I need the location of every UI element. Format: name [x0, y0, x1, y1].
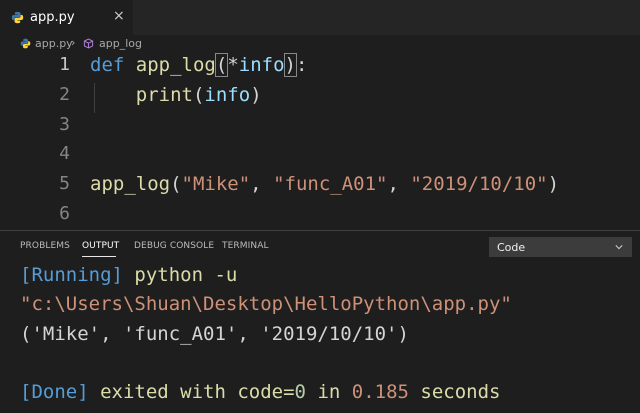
program-output: ('Mike', 'func_A01', '2019/10/10'): [20, 323, 409, 345]
tab-label: app.py: [30, 10, 75, 25]
code-line: 5 app_log("Mike", "func_A01", "2019/10/1…: [0, 173, 640, 203]
line-number: 2: [59, 84, 70, 105]
line-number: 3: [59, 114, 70, 135]
script-path: "c:\Users\Shuan\Desktop\HelloPython\app.…: [20, 293, 512, 315]
star-operator: *: [227, 54, 239, 76]
running-tag: [Running]: [20, 264, 123, 286]
code-line: 3: [0, 114, 640, 144]
python-icon: [11, 11, 24, 24]
line-number: 4: [59, 143, 70, 164]
output-line: "c:\Users\Shuan\Desktop\HelloPython\app.…: [20, 293, 512, 321]
parameter: info: [238, 54, 285, 76]
elapsed-time: 0.185: [351, 381, 409, 403]
code-editor[interactable]: 1 def app_log(*info): 2 print(info) 3 4 …: [0, 53, 640, 230]
close-paren: ): [250, 84, 262, 106]
seconds-text: seconds: [408, 381, 501, 403]
active-tab-indicator: [82, 256, 116, 257]
open-paren: (: [170, 173, 182, 195]
tab-app-py[interactable]: app.py ×: [0, 0, 134, 35]
python-icon: [20, 38, 31, 49]
string-literal: "func_A01": [273, 173, 388, 195]
output-line: ('Mike', 'func_A01', '2019/10/10'): [20, 323, 409, 351]
comma: ,: [387, 173, 411, 195]
colon: :: [295, 54, 308, 76]
function-name: app_log: [90, 173, 171, 195]
output-line: [Running] python -u: [20, 264, 237, 292]
code-line: 2 print(info): [0, 84, 640, 114]
tab-problems[interactable]: PROBLEMS: [20, 241, 70, 251]
tab-terminal[interactable]: TERMINAL: [222, 241, 269, 251]
code-line: 6: [0, 203, 640, 233]
done-tag: [Done]: [20, 381, 89, 403]
run-command: python -u: [122, 264, 238, 286]
in-text: in: [306, 381, 352, 403]
close-icon[interactable]: ×: [113, 8, 125, 24]
close-paren: ): [283, 53, 298, 77]
open-paren: (: [192, 84, 205, 106]
line-number: 5: [59, 173, 70, 194]
tab-bar: app.py ×: [0, 0, 640, 35]
exit-text: exited with code=: [88, 381, 295, 403]
dropdown-value: Code: [497, 241, 526, 254]
output-line: [Done] exited with code=0 in 0.185 secon…: [20, 381, 500, 409]
code-text: def app_log(*info):: [90, 53, 308, 77]
open-paren: (: [214, 53, 229, 77]
breadcrumb: app.py › app_log: [0, 35, 640, 53]
code-text: print(info): [90, 84, 262, 106]
panel-header: PROBLEMS OUTPUT DEBUG CONSOLE TERMINAL C…: [0, 231, 640, 261]
argument: info: [204, 84, 251, 106]
breadcrumb-separator: ›: [71, 36, 76, 49]
close-paren: ): [547, 173, 560, 195]
exit-code: 0: [294, 381, 306, 403]
keyword: def: [90, 54, 125, 76]
tab-output[interactable]: OUTPUT: [82, 241, 119, 251]
string-literal: "2019/10/10": [410, 173, 548, 195]
string-literal: "Mike": [181, 173, 251, 195]
code-line: 1 def app_log(*info):: [0, 53, 640, 84]
function-name: print: [135, 84, 193, 106]
breadcrumb-file[interactable]: app.py: [35, 37, 73, 50]
function-name: app_log: [135, 54, 216, 76]
comma: ,: [250, 173, 274, 195]
output-channel-select[interactable]: Code: [489, 237, 632, 257]
line-number: 6: [59, 203, 70, 224]
code-line: 4: [0, 143, 640, 173]
breadcrumb-symbol[interactable]: app_log: [99, 37, 142, 50]
code-text: app_log("Mike", "func_A01", "2019/10/10"…: [90, 173, 559, 195]
cube-icon: [83, 38, 94, 49]
line-number: 1: [59, 54, 70, 75]
tab-debug-console[interactable]: DEBUG CONSOLE: [134, 241, 214, 251]
chevron-down-icon: [615, 245, 623, 250]
